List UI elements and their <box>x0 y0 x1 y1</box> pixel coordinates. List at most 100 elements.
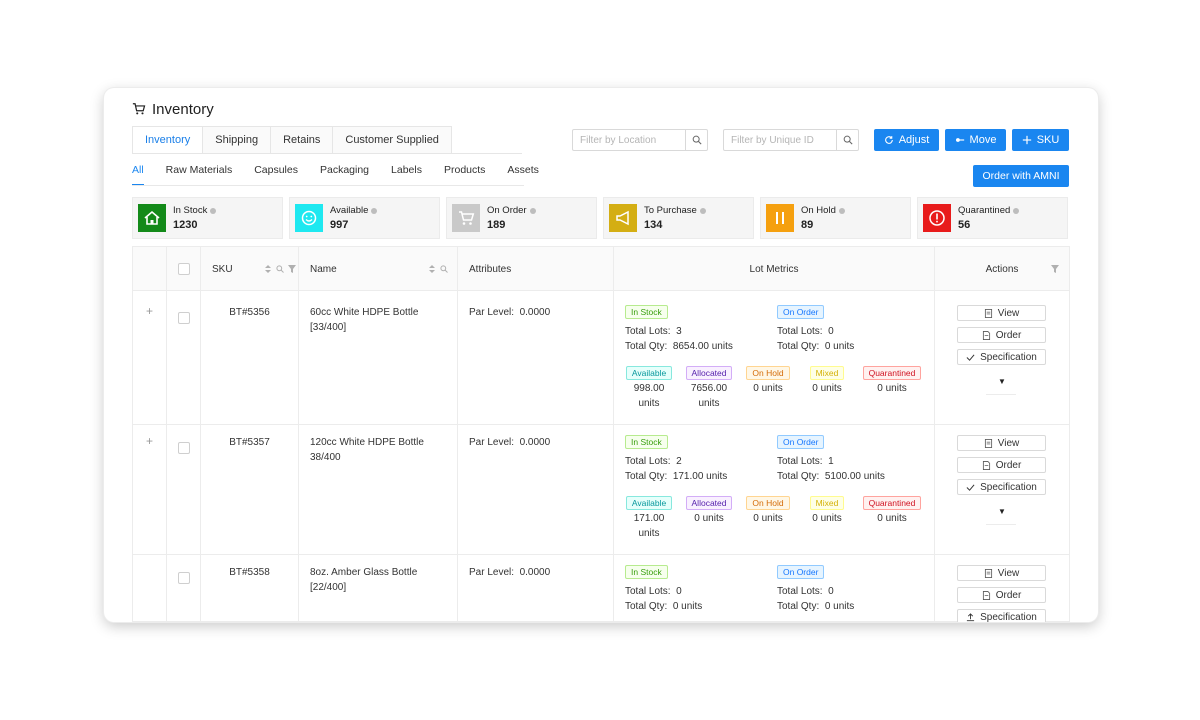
adjust-button[interactable]: Adjust <box>874 129 939 151</box>
total-qty-value: 0 units <box>824 601 855 612</box>
chevron-down-icon[interactable]: ▼ <box>998 507 1006 516</box>
sku-label: SKU <box>1036 134 1060 146</box>
specification-button[interactable]: Specification <box>957 479 1046 495</box>
total-qty-label: Total Qty: <box>777 601 820 612</box>
actions-column-header: Actions <box>935 247 1069 291</box>
stat-label: On Hold <box>801 205 836 216</box>
location-search-button[interactable] <box>685 130 707 150</box>
on-order-metrics: Total Lots: 1 Total Qty: 5100.00 units <box>777 454 885 484</box>
stat-quarantined[interactable]: Quarantined 56 <box>917 197 1068 239</box>
document-icon <box>984 568 992 578</box>
on-order-tag: On Order <box>777 305 825 319</box>
caret-divider <box>986 524 1016 525</box>
view-button[interactable]: View <box>957 435 1046 451</box>
tab-retains[interactable]: Retains <box>270 126 334 154</box>
subtab-assets[interactable]: Assets <box>507 164 539 186</box>
view-button[interactable]: View <box>957 565 1046 581</box>
chevron-down-icon[interactable]: ▼ <box>998 377 1006 386</box>
info-icon <box>1013 207 1020 214</box>
tag-label: On Hold <box>746 366 790 380</box>
on-hold-metric: On Hold 0 units <box>742 366 794 396</box>
stat-on-order[interactable]: On Order 189 <box>446 197 597 239</box>
metric-value: 0 units <box>753 513 783 524</box>
subtab-labels[interactable]: Labels <box>391 164 422 186</box>
unique-id-filter-input[interactable] <box>724 130 836 150</box>
in-stock-metrics: Total Lots: 3 Total Qty: 8654.00 units <box>625 324 733 354</box>
subtab-packaging[interactable]: Packaging <box>320 164 369 186</box>
order-button[interactable]: Order <box>957 457 1046 473</box>
unique-id-search-button[interactable] <box>836 130 858 150</box>
order-button[interactable]: Order <box>957 587 1046 603</box>
subtab-all[interactable]: All <box>132 164 144 186</box>
sort-icon[interactable] <box>264 265 272 273</box>
specification-label: Specification <box>980 481 1037 493</box>
total-lots-value: 1 <box>828 456 834 467</box>
table-row: + BT#5357 120cc White HDPE Bottle 38/400… <box>133 425 1069 555</box>
name-cell: 60cc White HDPE Bottle [33/400] <box>310 305 418 335</box>
on-order-metrics: Total Lots: 0 Total Qty: 0 units <box>777 584 854 614</box>
stat-value: 189 <box>487 219 506 231</box>
stat-available[interactable]: Available 997 <box>289 197 440 239</box>
tag-label: Allocated <box>685 366 733 380</box>
search-icon[interactable] <box>276 265 284 273</box>
tab-customer-supplied[interactable]: Customer Supplied <box>332 126 452 154</box>
sku-cell: BT#5356 <box>229 307 270 318</box>
stat-on-hold[interactable]: On Hold 89 <box>760 197 911 239</box>
move-button[interactable]: Move <box>945 129 1006 151</box>
row-checkbox[interactable] <box>178 572 190 587</box>
search-icon[interactable] <box>440 265 448 273</box>
location-filter-input[interactable] <box>573 130 685 150</box>
sync-icon <box>884 136 893 144</box>
attributes-column-header: Attributes <box>469 263 512 275</box>
order-with-amni-button[interactable]: Order with AMNI <box>973 165 1069 187</box>
select-all-checkbox[interactable] <box>178 247 190 291</box>
specification-button[interactable]: Specification <box>957 349 1046 365</box>
sort-icon[interactable] <box>428 265 436 273</box>
tag-label: On Hold <box>746 496 790 510</box>
document-icon <box>984 438 992 448</box>
stat-in-stock[interactable]: In Stock 1230 <box>132 197 283 239</box>
stat-label: In Stock <box>173 205 208 216</box>
view-button[interactable]: View <box>957 305 1046 321</box>
tag-label: In Stock <box>625 435 668 449</box>
total-lots-label: Total Lots: <box>777 456 823 467</box>
stat-label: Available <box>330 205 369 216</box>
subtab-capsules[interactable]: Capsules <box>254 164 298 186</box>
tab-inventory[interactable]: Inventory <box>132 126 204 154</box>
stat-label: On Order <box>487 205 527 216</box>
name-line: 120cc White HDPE Bottle <box>310 437 424 448</box>
info-icon <box>699 207 706 214</box>
row-checkbox[interactable] <box>178 312 190 327</box>
stat-to-purchase[interactable]: To Purchase 134 <box>603 197 754 239</box>
name-line: 60cc White HDPE Bottle <box>310 307 419 318</box>
stat-label: To Purchase <box>644 205 697 216</box>
total-lots-label: Total Lots: <box>625 326 671 337</box>
name-line: [33/400] <box>310 322 347 333</box>
filter-icon[interactable] <box>1051 265 1059 273</box>
subtab-products[interactable]: Products <box>444 164 485 186</box>
available-metric: Available 998.00 units <box>623 366 675 411</box>
stat-value: 134 <box>644 219 663 231</box>
on-hold-metric: On Hold 0 units <box>742 496 794 526</box>
tag-label: On Order <box>777 305 825 319</box>
par-level-value: 0.0000 <box>519 567 551 578</box>
row-checkbox[interactable] <box>178 442 190 457</box>
tag-label: Quarantined <box>862 496 922 510</box>
total-qty-label: Total Qty: <box>625 471 668 482</box>
document-icon <box>984 308 992 318</box>
location-filter <box>572 129 708 151</box>
specification-button[interactable]: Specification <box>957 609 1046 622</box>
info-icon <box>838 207 845 214</box>
expand-row-icon[interactable]: + <box>146 304 153 318</box>
total-qty-label: Total Qty: <box>625 341 668 352</box>
plus-icon <box>1022 135 1031 145</box>
sku-cell: BT#5358 <box>229 567 270 578</box>
add-sku-button[interactable]: SKU <box>1012 129 1069 151</box>
order-button[interactable]: Order <box>957 327 1046 343</box>
expand-row-icon[interactable]: + <box>146 434 153 448</box>
metric-value: 998.00 <box>633 383 665 394</box>
tab-shipping[interactable]: Shipping <box>202 126 272 154</box>
metric-value: 0 units <box>877 513 907 524</box>
subtab-raw-materials[interactable]: Raw Materials <box>166 164 233 186</box>
filter-icon[interactable] <box>288 265 296 273</box>
